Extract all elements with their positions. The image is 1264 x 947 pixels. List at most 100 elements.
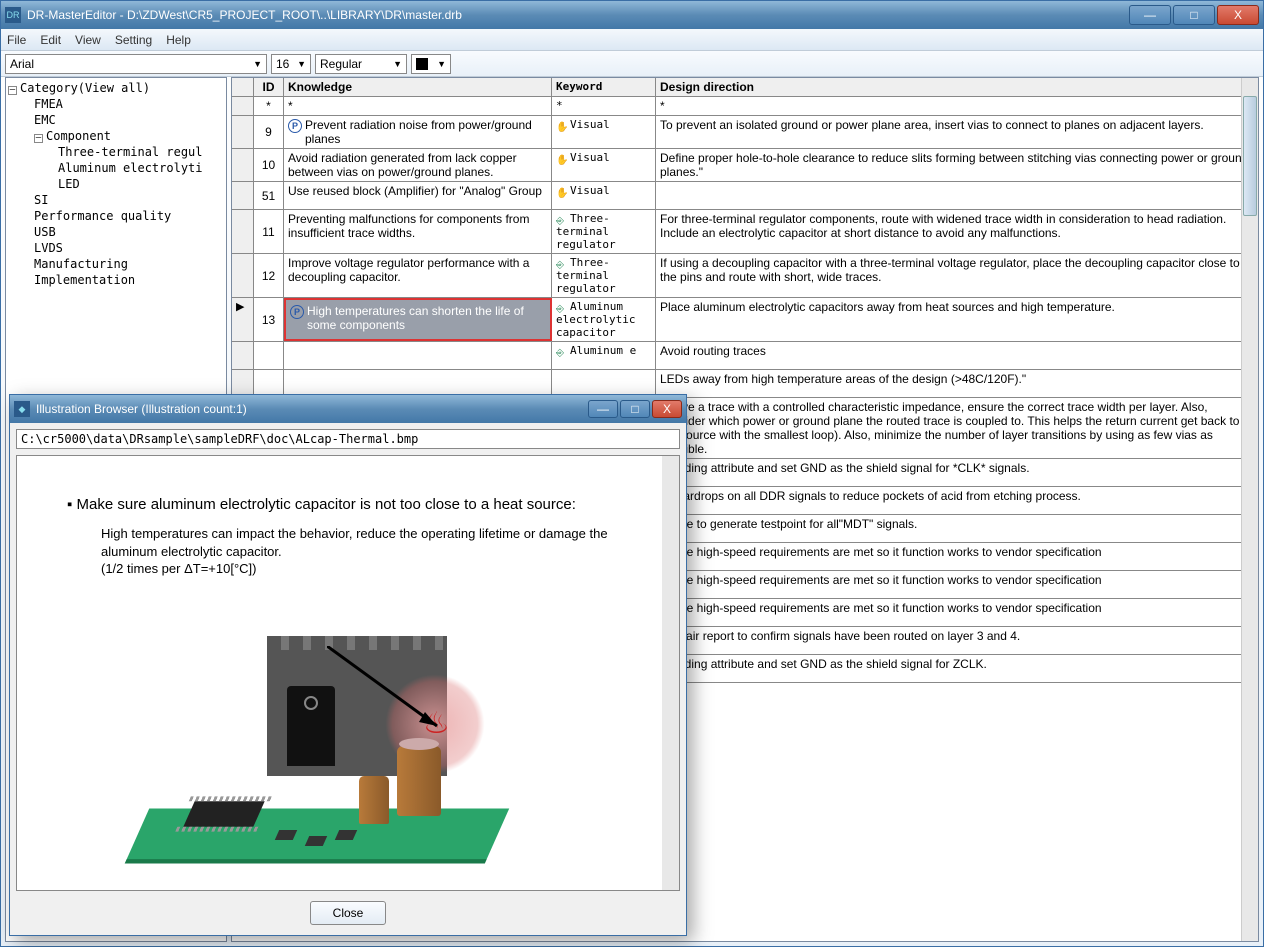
font-size-combo[interactable]: 16▼ <box>271 54 311 74</box>
illus-maximize-button[interactable]: □ <box>620 400 650 418</box>
tree-item[interactable]: Manufacturing <box>6 256 226 272</box>
cell-design-direction: te teardrops on all DDR signals to reduc… <box>656 487 1258 514</box>
table-row[interactable]: 9PPrevent radiation noise from power/gro… <box>232 116 1258 149</box>
font-weight-combo[interactable]: Regular▼ <box>315 54 407 74</box>
tree-item[interactable]: Three-terminal regul <box>6 144 226 160</box>
tree-root[interactable]: –Category(View all) <box>6 80 226 96</box>
scrollbar-thumb[interactable] <box>1243 96 1257 216</box>
cell-design-direction: shielding attribute and set GND as the s… <box>656 655 1258 682</box>
cell-design-direction: If using a decoupling capacitor with a t… <box>656 254 1258 297</box>
cell-knowledge: PPrevent radiation noise from power/grou… <box>284 116 552 148</box>
illustration-icon: P <box>290 305 304 319</box>
tree-item[interactable]: LVDS <box>6 240 226 256</box>
close-button[interactable]: X <box>1217 5 1259 25</box>
illus-scrollbar[interactable] <box>662 456 679 890</box>
cell-keyword: Visual <box>552 182 656 209</box>
cell-knowledge: Improve voltage regulator performance wi… <box>284 254 552 297</box>
tree-item[interactable]: SI <box>6 192 226 208</box>
toolbar: Arial▼ 16▼ Regular▼ ▼ <box>1 51 1263 77</box>
table-row[interactable]: 11Preventing malfunctions for components… <box>232 210 1258 254</box>
menubar: File Edit View Setting Help <box>1 29 1263 51</box>
row-marker <box>232 342 254 369</box>
table-row[interactable]: ▶13PHigh temperatures can shorten the li… <box>232 298 1258 342</box>
arrow-icon <box>327 646 457 736</box>
color-swatch <box>416 58 428 70</box>
filter-dd[interactable]: * <box>656 97 1258 115</box>
cell-keyword: Aluminum e <box>552 342 656 369</box>
filter-keyword[interactable]: * <box>552 97 656 115</box>
cell-design-direction <box>656 182 1258 209</box>
menu-edit[interactable]: Edit <box>40 33 61 47</box>
cell-knowledge <box>284 342 552 369</box>
col-id[interactable]: ID <box>254 78 284 96</box>
font-color-combo[interactable]: ▼ <box>411 54 451 74</box>
cell-knowledge: PHigh temperatures can shorten the life … <box>284 298 552 341</box>
cell-design-direction: e sure high-speed requirements are met s… <box>656 599 1258 626</box>
cell-design-direction: shielding attribute and set GND as the s… <box>656 459 1258 486</box>
menu-help[interactable]: Help <box>166 33 191 47</box>
tree-item[interactable]: Aluminum electrolyti <box>6 160 226 176</box>
col-design-direction[interactable]: Design direction <box>656 78 1258 96</box>
col-keyword[interactable]: Keyword <box>552 78 656 96</box>
cell-design-direction: LEDs away from high temperature areas of… <box>656 370 1258 397</box>
app-icon: DR <box>5 7 21 23</box>
tree-item[interactable]: LED <box>6 176 226 192</box>
row-marker <box>232 210 254 253</box>
cell-design-direction: pin pair report to confirm signals have … <box>656 627 1258 654</box>
cell-keyword: Visual <box>552 116 656 148</box>
tree-item[interactable]: FMEA <box>6 96 226 112</box>
cell-id: 10 <box>254 149 284 181</box>
tree-item[interactable]: Implementation <box>6 272 226 288</box>
filter-knowledge[interactable]: * <box>284 97 552 115</box>
table-row[interactable]: 51Use reused block (Amplifier) for "Anal… <box>232 182 1258 210</box>
row-marker: ▶ <box>232 298 254 341</box>
minimize-button[interactable]: — <box>1129 5 1171 25</box>
keyword-icon <box>556 302 568 312</box>
menu-setting[interactable]: Setting <box>115 33 152 47</box>
cell-design-direction: To prevent an isolated ground or power p… <box>656 116 1258 148</box>
cell-knowledge: Avoid radiation generated from lack copp… <box>284 149 552 181</box>
cell-knowledge: Preventing malfunctions for components f… <box>284 210 552 253</box>
chevron-down-icon: ▼ <box>253 59 262 69</box>
illus-path-field[interactable]: C:\cr5000\data\DRsample\sampleDRF\doc\AL… <box>16 429 680 449</box>
illus-minimize-button[interactable]: — <box>588 400 618 418</box>
chevron-down-icon: ▼ <box>297 59 306 69</box>
table-row[interactable]: 10Avoid radiation generated from lack co… <box>232 149 1258 182</box>
tree-item[interactable]: USB <box>6 224 226 240</box>
tree-item[interactable]: EMC <box>6 112 226 128</box>
illus-close-button[interactable]: X <box>652 400 682 418</box>
cell-id <box>254 370 284 397</box>
table-row[interactable]: Aluminum eAvoid routing traces <box>232 342 1258 370</box>
menu-view[interactable]: View <box>75 33 101 47</box>
cell-design-direction: Define proper hole-to-hole clearance to … <box>656 149 1258 181</box>
tree-item[interactable]: Performance quality <box>6 208 226 224</box>
cell-keyword: Visual <box>552 149 656 181</box>
keyword-icon <box>556 120 568 130</box>
illus-titlebar[interactable]: ◆ Illustration Browser (Illustration cou… <box>10 395 686 423</box>
cell-id: 13 <box>254 298 284 341</box>
col-knowledge[interactable]: Knowledge <box>284 78 552 96</box>
filter-id[interactable]: * <box>254 97 284 115</box>
window-title: DR-MasterEditor - D:\ZDWest\CR5_PROJECT_… <box>27 8 1129 22</box>
chevron-down-icon: ▼ <box>437 59 446 69</box>
maximize-button[interactable]: □ <box>1173 5 1215 25</box>
illus-app-icon: ◆ <box>14 401 30 417</box>
cell-id: 11 <box>254 210 284 253</box>
keyword-icon <box>556 258 568 268</box>
illustration-browser-window: ◆ Illustration Browser (Illustration cou… <box>9 394 687 936</box>
illustration-icon: P <box>288 119 302 133</box>
tree-item[interactable]: –Component <box>6 128 226 144</box>
col-marker[interactable] <box>232 78 254 96</box>
illus-body-2: (1/2 times per ΔT=+10[°C]) <box>101 560 649 578</box>
menu-file[interactable]: File <box>7 33 26 47</box>
table-row[interactable]: 12Improve voltage regulator performance … <box>232 254 1258 298</box>
illus-heading: Make sure aluminum electrolytic capacito… <box>85 496 649 513</box>
grid-scrollbar[interactable] <box>1241 78 1258 941</box>
main-titlebar[interactable]: DR DR-MasterEditor - D:\ZDWest\CR5_PROJE… <box>1 1 1263 29</box>
cell-id: 12 <box>254 254 284 297</box>
illus-close-btn[interactable]: Close <box>310 901 387 925</box>
cell-design-direction: e sure high-speed requirements are met s… <box>656 543 1258 570</box>
cell-design-direction: For three-terminal regulator components,… <box>656 210 1258 253</box>
font-combo[interactable]: Arial▼ <box>5 54 267 74</box>
keyword-icon <box>556 153 568 163</box>
